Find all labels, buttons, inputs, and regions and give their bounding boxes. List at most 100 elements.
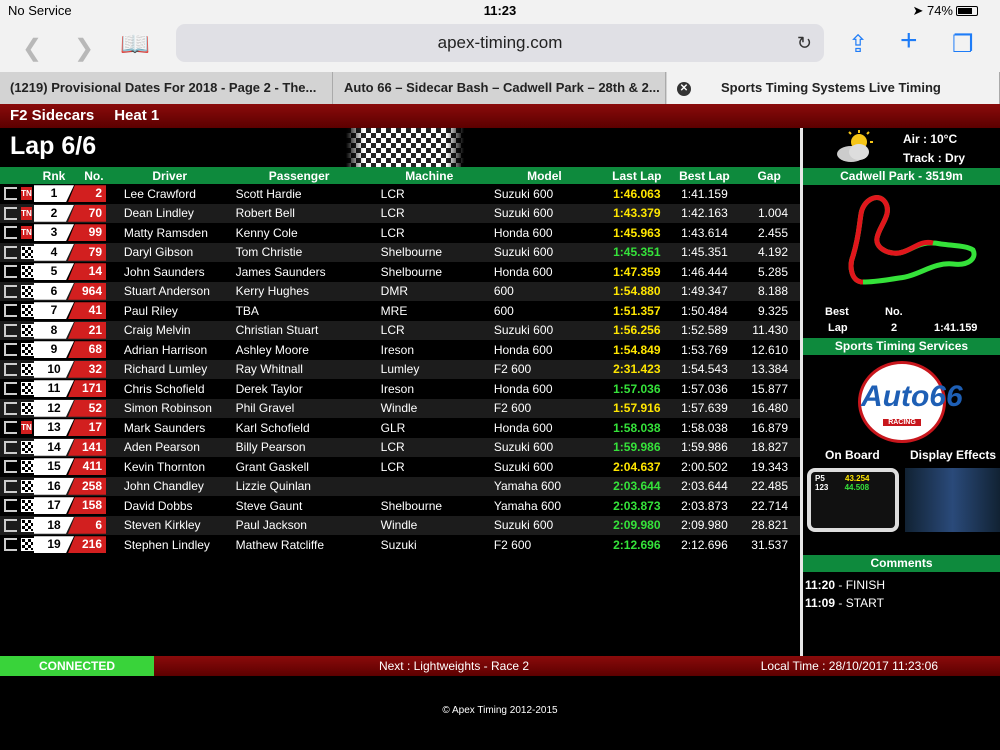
comment-item: 11:09 - START xyxy=(805,596,884,610)
table-row[interactable]: TN 1 2 Lee Crawford Scott Hardie LCR Suzuki 60… xyxy=(0,184,800,204)
number-cell: 6 xyxy=(68,516,106,534)
close-tab-icon[interactable]: ✕ xyxy=(677,82,691,96)
onboard-label[interactable]: On Board xyxy=(825,448,880,462)
passenger-cell: TBA xyxy=(225,301,373,321)
header-last-lap[interactable]: Last Lap xyxy=(603,167,671,184)
best-lap-cell: 1:46.444 xyxy=(670,262,739,282)
gap-cell xyxy=(738,184,800,204)
table-row[interactable]: 8 21 Craig Melvin Christian Stuart LCR Suzuki… xyxy=(0,320,800,340)
number-cell: 158 xyxy=(68,497,106,515)
model-cell: Honda 600 xyxy=(485,340,604,360)
pit-icon: TN xyxy=(21,421,32,435)
machine-cell: LCR xyxy=(372,184,486,204)
header-model[interactable]: Model xyxy=(485,167,604,184)
passenger-cell: Christian Stuart xyxy=(225,320,373,340)
table-row[interactable]: 5 14 John Saunders James Saunders Shelbourne… xyxy=(0,262,800,282)
machine-cell: Shelbourne xyxy=(372,242,486,262)
passenger-cell: Tom Christie xyxy=(225,242,373,262)
local-time: Local Time : 28/10/2017 11:23:06 xyxy=(760,659,938,673)
battery-indicator: ➤ 74% xyxy=(912,3,990,19)
info-panel: Air : 10°C Track : Dry Cadwell Park - 351… xyxy=(800,128,1000,656)
forward-arrow-icon[interactable]: ❯ xyxy=(74,34,94,63)
header-rank[interactable]: Rnk xyxy=(34,167,74,184)
auto66-logo[interactable]: Auto66 RACING xyxy=(858,361,963,443)
header-driver[interactable]: Driver xyxy=(113,167,226,184)
address-bar[interactable]: apex-timing.com ↻ xyxy=(176,24,824,62)
last-lap-cell: 1:46.063 xyxy=(603,184,671,204)
last-lap-cell: 1:43.379 xyxy=(603,203,671,223)
table-row[interactable]: 12 52 Simon Robinson Phil Gravel Windle F2 60… xyxy=(0,398,800,418)
chequered-status-icon xyxy=(21,479,34,493)
battery-icon xyxy=(956,6,978,16)
table-row[interactable]: 17 158 David Dobbs Steve Gaunt Shelbourne Yam… xyxy=(0,496,800,516)
machine-cell: DMR xyxy=(372,281,486,301)
chequered-status-icon xyxy=(21,265,34,279)
display-effects-thumbnail[interactable] xyxy=(905,468,1000,532)
back-arrow-icon[interactable]: ❮ xyxy=(22,34,42,63)
best-label: Best xyxy=(825,306,849,318)
tab-auto66-sidecar[interactable]: Auto 66 – Sidecar Bash – Cadwell Park – … xyxy=(334,72,666,104)
gap-cell: 5.285 xyxy=(738,262,800,282)
table-row[interactable]: 15 411 Kevin Thornton Grant Gaskell LCR Suzuk… xyxy=(0,457,800,477)
table-row[interactable]: 6 964 Stuart Anderson Kerry Hughes DMR 600 1:5… xyxy=(0,281,800,301)
tab-live-timing[interactable]: ✕ Sports Timing Systems Live Timing xyxy=(667,72,1000,104)
header-gap[interactable]: Gap xyxy=(738,167,800,184)
driver-cell: John Chandley xyxy=(113,476,226,496)
last-lap-cell: 1:47.359 xyxy=(603,262,671,282)
table-row[interactable]: 4 79 Daryl Gibson Tom Christie Shelbourne Suz… xyxy=(0,242,800,262)
model-cell: Yamaha 600 xyxy=(485,476,604,496)
tab-provisional-dates[interactable]: (1219) Provisional Dates For 2018 - Page… xyxy=(0,72,333,104)
driver-cell: Stuart Anderson xyxy=(113,281,226,301)
model-cell: Yamaha 600 xyxy=(485,496,604,516)
display-effects-label[interactable]: Display Effects xyxy=(910,448,996,462)
table-row[interactable]: TN 3 99 Matty Ramsden Kenny Cole LCR Honda 600… xyxy=(0,223,800,243)
driver-cell: Chris Schofield xyxy=(113,379,226,399)
table-row[interactable]: 19 216 Stephen Lindley Mathew Ratcliffe Suzu… xyxy=(0,535,800,555)
table-row[interactable]: 7 41 Paul Riley TBA MRE 600 1:51.357 1:50.484 9.… xyxy=(0,301,800,321)
number-cell: 41 xyxy=(68,302,106,320)
new-tab-icon[interactable]: + xyxy=(900,24,918,58)
tabs-overview-icon[interactable]: ❐ xyxy=(952,30,974,59)
header-number[interactable]: No. xyxy=(74,167,114,184)
model-cell: F2 600 xyxy=(485,398,604,418)
machine-cell: LCR xyxy=(372,320,486,340)
best-lap-cell: 1:57.639 xyxy=(670,398,739,418)
table-row[interactable]: 11 171 Chris Schofield Derek Taylor Ireson Ho… xyxy=(0,379,800,399)
table-row[interactable]: TN 2 70 Dean Lindley Robert Bell LCR Suzuki 60… xyxy=(0,203,800,223)
footer-bar: CONNECTED Next : Lightweights - Race 2 L… xyxy=(0,656,1000,676)
machine-cell xyxy=(372,476,486,496)
number-cell: 68 xyxy=(68,341,106,359)
location-icon: ➤ xyxy=(912,3,927,18)
table-row[interactable]: TN 13 17 Mark Saunders Karl Schofield GLR Hond… xyxy=(0,418,800,438)
lap-counter: Lap 6/6 xyxy=(10,132,97,160)
best-number: 2 xyxy=(891,322,898,334)
machine-cell: Windle xyxy=(372,398,486,418)
table-row[interactable]: 10 32 Richard Lumley Ray Whitnall Lumley F2 6… xyxy=(0,359,800,379)
header-passenger[interactable]: Passenger xyxy=(225,167,373,184)
track-map xyxy=(848,195,977,285)
bookmarks-icon[interactable]: 📖 xyxy=(120,30,150,59)
gap-cell: 16.480 xyxy=(738,398,800,418)
gap-cell: 2.455 xyxy=(738,223,800,243)
table-row[interactable]: 9 68 Adrian Harrison Ashley Moore Ireson Hond… xyxy=(0,340,800,360)
best-lap-cell: 1:49.347 xyxy=(670,281,739,301)
table-row[interactable]: 14 141 Aden Pearson Billy Pearson LCR Suzuki … xyxy=(0,437,800,457)
best-lap-cell: 1:42.163 xyxy=(670,203,739,223)
rank-cell: 4 xyxy=(34,243,74,261)
chequered-status-icon xyxy=(21,538,34,552)
passenger-cell: Scott Hardie xyxy=(225,184,373,204)
chequered-status-icon xyxy=(21,518,34,532)
reload-icon[interactable]: ↻ xyxy=(797,24,812,62)
machine-cell: Suzuki xyxy=(372,535,486,555)
model-cell: Suzuki 600 xyxy=(485,203,604,223)
table-row[interactable]: 18 6 Steven Kirkley Paul Jackson Windle Suzuk… xyxy=(0,515,800,535)
onboard-thumbnail[interactable]: P5 43.254 123 44.508 xyxy=(807,468,899,532)
header-machine[interactable]: Machine xyxy=(372,167,486,184)
session-name: Heat 1 xyxy=(114,107,160,124)
model-cell: Suzuki 600 xyxy=(485,184,604,204)
share-icon[interactable]: ⇪ xyxy=(848,30,868,59)
table-row[interactable]: 16 258 John Chandley Lizzie Quinlan Yamaha 6… xyxy=(0,476,800,496)
copyright: © Apex Timing 2012-2015 xyxy=(442,705,558,716)
header-best-lap[interactable]: Best Lap xyxy=(670,167,739,184)
model-cell: Honda 600 xyxy=(485,262,604,282)
